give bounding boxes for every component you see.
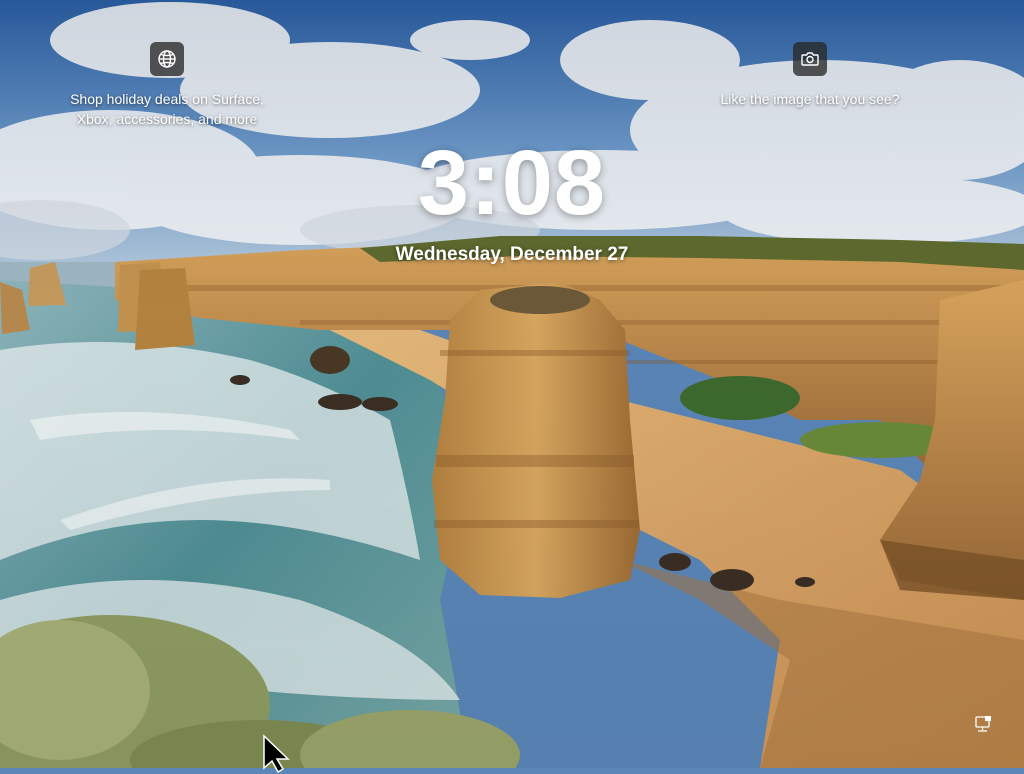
lock-screen-time: 3:08 [417, 132, 607, 234]
camera-icon [801, 52, 819, 66]
lock-screen-date: Wednesday, December 27 [395, 244, 629, 265]
spotlight-shop-line2[interactable]: Xbox, accessories, and more [42, 109, 292, 129]
camera-icon-button[interactable] [793, 42, 827, 76]
globe-icon-button[interactable] [150, 42, 184, 76]
spotlight-shop-text[interactable]: Shop holiday deals on Surface, Xbox, acc… [42, 89, 292, 129]
spotlight-shop-promo[interactable]: Shop holiday deals on Surface, Xbox, acc… [42, 42, 292, 129]
spotlight-shop-line1[interactable]: Shop holiday deals on Surface, [42, 89, 292, 109]
network-icon[interactable] [972, 714, 994, 736]
globe-icon [158, 50, 176, 68]
mouse-pointer-icon [263, 734, 290, 774]
spotlight-like-text[interactable]: Like the image that you see? [700, 89, 920, 109]
spotlight-like-image[interactable]: Like the image that you see? [700, 42, 920, 109]
